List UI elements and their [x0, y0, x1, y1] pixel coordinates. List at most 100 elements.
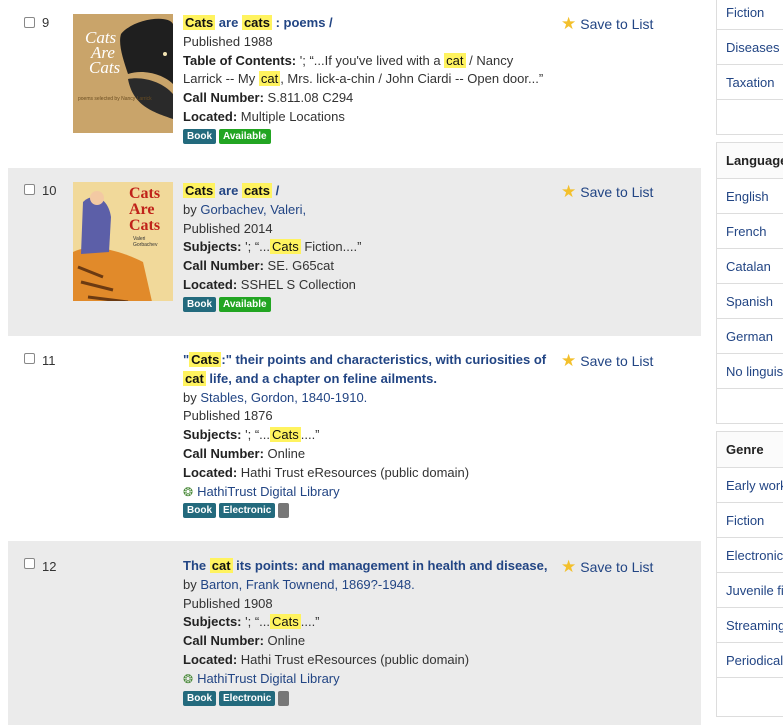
facet-more[interactable]: [717, 100, 783, 135]
online-access: ❂ HathiTrust Digital Library: [183, 670, 555, 689]
facet-more[interactable]: [717, 389, 783, 424]
author-line: by Gorbachev, Valeri,: [183, 201, 307, 217]
facet-box-language: Language English French Catalan Spanish …: [716, 142, 783, 424]
format-badges: Book Electronic: [183, 690, 555, 706]
facet-item[interactable]: Periodicals: [717, 643, 783, 678]
cover-image[interactable]: poems selected by Nancy Larrick Cats Are…: [73, 14, 173, 133]
book-badge: Book: [183, 503, 216, 519]
book-badge: Book: [183, 128, 216, 144]
author-line: by Stables, Gordon, 1840-1910.: [183, 389, 368, 405]
book-badge: Book: [183, 690, 216, 706]
facet-item[interactable]: Taxation: [717, 65, 783, 100]
facet-heading-language: Language: [717, 143, 783, 179]
result-record: 12 The cat its points: and management in…: [8, 541, 701, 725]
author-line: by Barton, Frank Townend, 1869?-1948.: [183, 576, 415, 592]
cover-author: Valeri Gorbachev: [133, 236, 158, 248]
subjects-line: Subjects: '; “... Cats....”: [183, 427, 320, 443]
facet-item[interactable]: Diseases: [717, 30, 783, 65]
facet-box-subject: Fiction Diseases Taxation: [716, 0, 783, 135]
book-badge: Book: [183, 296, 216, 312]
author-link[interactable]: Stables, Gordon, 1840-1910.: [200, 390, 367, 405]
record-title-line-2[interactable]: cat life, and a chapter on feline ailmen…: [183, 370, 555, 389]
record-title[interactable]: Cats are cats : poems /: [183, 14, 563, 33]
author-link[interactable]: Barton, Frank Townend, 1869?-1948.: [200, 577, 414, 592]
record-title[interactable]: Cats are cats /: [183, 182, 563, 201]
result-number: 9: [42, 15, 50, 30]
published-line: Published 1876: [183, 408, 273, 424]
electronic-badge: Electronic: [219, 690, 276, 706]
svg-text:poems selected by Nancy Larric: poems selected by Nancy Larrick: [78, 96, 152, 102]
author-link[interactable]: Gorbachev, Valeri,: [200, 202, 306, 217]
save-to-list-button[interactable]: ★ Save to List: [561, 183, 653, 200]
facet-sidebar: Fiction Diseases Taxation Language Engli…: [716, 0, 783, 725]
call-number: Call Number: Online: [183, 445, 306, 461]
facet-item[interactable]: Electronic books: [717, 538, 783, 573]
facet-item[interactable]: Catalan: [717, 249, 783, 284]
record-title[interactable]: " Cats:" their points and characteristics…: [183, 351, 555, 370]
result-number: 12: [42, 559, 57, 574]
published-line: Published 2014: [183, 220, 273, 236]
facet-item[interactable]: Fiction: [717, 503, 783, 538]
extra-badge: [278, 503, 290, 519]
available-badge: Available: [219, 296, 271, 312]
facet-more[interactable]: [717, 678, 783, 713]
select-checkbox[interactable]: [24, 558, 35, 569]
result-number: 11: [42, 353, 56, 368]
facet-item[interactable]: German: [717, 319, 783, 354]
save-to-list-button[interactable]: ★ Save to List: [561, 15, 653, 32]
available-badge: Available: [219, 128, 271, 144]
facet-box-genre: Genre Early works Fiction Electronic boo…: [716, 431, 783, 717]
extra-badge: [278, 690, 290, 706]
select-checkbox[interactable]: [24, 353, 35, 364]
hathitrust-icon: ❂: [183, 671, 194, 686]
result-number: 10: [42, 183, 57, 198]
record-body: Cats are cats / by Gorbachev, Valeri, Pu…: [183, 182, 563, 312]
facet-item[interactable]: Spanish: [717, 284, 783, 319]
save-to-list-button[interactable]: ★ Save to List: [561, 558, 653, 575]
facet-item[interactable]: No linguistic content: [717, 354, 783, 389]
search-results: 9 poems selected by Nancy Larrick Cats A…: [8, 0, 701, 725]
location: Located: Hathi Trust eResources (public …: [183, 651, 470, 667]
star-icon: ★: [561, 14, 577, 33]
result-record: 11 " Cats:" their points and characterist…: [8, 336, 701, 541]
star-icon: ★: [561, 557, 577, 576]
toc-line: Table of Contents: '; “...If you've live…: [183, 52, 514, 68]
subjects-line: Subjects: '; “... Cats....”: [183, 614, 320, 630]
online-access: ❂ HathiTrust Digital Library: [183, 483, 555, 502]
published-line: Published 1908: [183, 595, 273, 611]
facet-heading-genre: Genre: [717, 432, 783, 468]
star-icon: ★: [561, 351, 577, 370]
result-record: 9 poems selected by Nancy Larrick Cats A…: [8, 0, 701, 168]
facet-item[interactable]: Streaming: [717, 608, 783, 643]
facet-item[interactable]: Fiction: [717, 0, 783, 30]
format-badges: Book Electronic: [183, 503, 555, 519]
electronic-badge: Electronic: [219, 503, 276, 519]
cover-title-3: Cats: [89, 58, 121, 77]
cover-image[interactable]: Cats Are Cats Valeri Gorbachev: [73, 182, 173, 301]
result-record: 10 Cats Are Cats Valeri Gorbachev Cats a…: [8, 168, 701, 336]
published-line: Published 1988: [183, 33, 273, 49]
toc-line-2: Larrick -- My cat, Mrs. lick-a-chin / Jo…: [183, 71, 544, 87]
cover-title-2: Are: [129, 201, 155, 218]
cover-title-1: Cats: [129, 185, 161, 202]
call-number: Call Number: Online: [183, 633, 306, 649]
hathitrust-icon: ❂: [183, 484, 194, 499]
cover-title-3: Cats: [129, 217, 161, 234]
facet-item[interactable]: Early works: [717, 468, 783, 503]
select-checkbox[interactable]: [24, 17, 35, 28]
record-title[interactable]: The cat its points: and management in he…: [183, 557, 555, 576]
format-badges: Book Available: [183, 128, 563, 144]
location: Located: Multiple Locations: [183, 108, 345, 124]
hathitrust-link[interactable]: HathiTrust Digital Library: [197, 483, 340, 502]
facet-item[interactable]: French: [717, 214, 783, 249]
facet-item[interactable]: English: [717, 179, 783, 214]
hathitrust-link[interactable]: HathiTrust Digital Library: [197, 670, 340, 689]
facet-item[interactable]: Juvenile fiction: [717, 573, 783, 608]
star-icon: ★: [561, 182, 577, 201]
call-number: Call Number: S.811.08 C294: [183, 90, 354, 106]
save-to-list-button[interactable]: ★ Save to List: [561, 352, 653, 369]
record-body: " Cats:" their points and characteristics…: [183, 351, 555, 519]
select-checkbox[interactable]: [24, 184, 35, 195]
format-badges: Book Available: [183, 296, 563, 312]
record-body: Cats are cats : poems / Published 1988 T…: [183, 14, 563, 144]
